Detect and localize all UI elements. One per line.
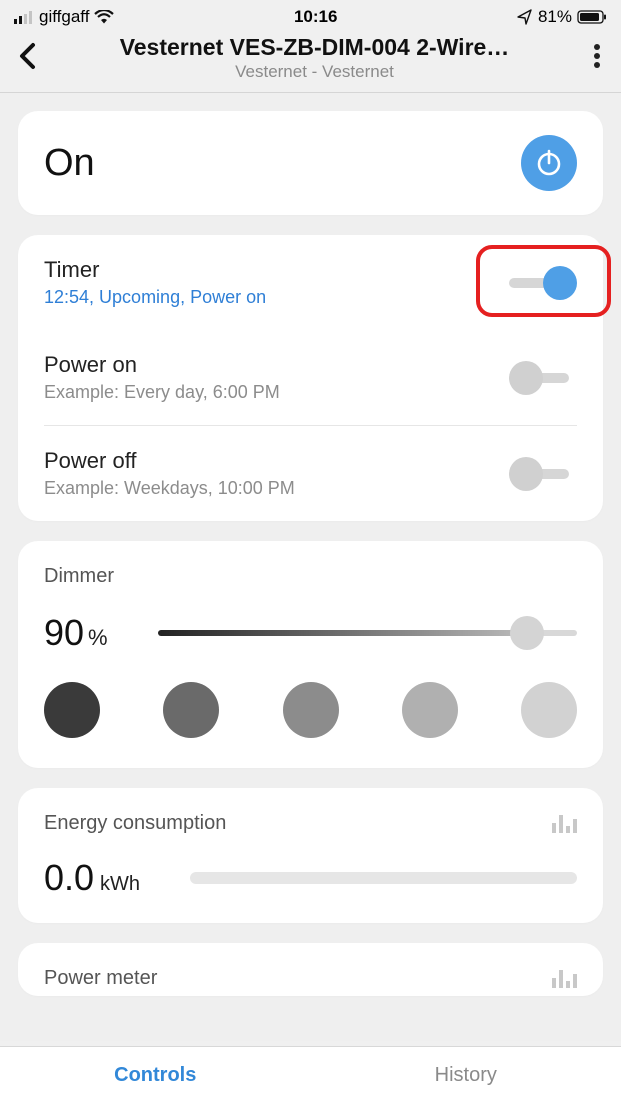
location-icon [517,9,533,25]
timer-title: Timer [44,257,509,283]
cell-signal-icon [14,11,34,24]
power-off-row[interactable]: Power off Example: Weekdays, 10:00 PM [44,425,577,521]
dimmer-preset-3[interactable] [283,682,339,738]
carrier-label: giffgaff [39,7,89,27]
page-header: Vesternet VES-ZB-DIM-004 2-Wire… Vestern… [0,30,621,93]
status-right: 81% [517,7,607,27]
power-card: On [18,111,603,215]
page-title: Vesternet VES-ZB-DIM-004 2-Wire… [46,34,583,61]
tab-controls[interactable]: Controls [0,1047,311,1104]
power-on-text: Power on Example: Every day, 6:00 PM [44,352,509,403]
more-button[interactable] [583,37,611,80]
power-off-text: Power off Example: Weekdays, 10:00 PM [44,448,509,499]
dimmer-preset-5[interactable] [521,682,577,738]
power-state-label: On [44,142,95,185]
dimmer-preset-4[interactable] [402,682,458,738]
battery-icon [577,10,607,24]
schedule-card: Timer 12:54, Upcoming, Power on Power on… [18,235,603,521]
power-meter-card: Power meter [18,943,603,996]
energy-card: Energy consumption 0.0 kWh [18,788,603,923]
toggle-knob [543,266,577,300]
title-wrap: Vesternet VES-ZB-DIM-004 2-Wire… Vestern… [46,34,583,82]
power-off-title: Power off [44,448,509,474]
dimmer-card: Dimmer 90 % [18,541,603,768]
energy-label: Energy consumption [44,812,226,835]
toggle-knob [509,457,543,491]
power-on-title: Power on [44,352,509,378]
timer-text: Timer 12:54, Upcoming, Power on [44,257,509,308]
power-off-subtitle: Example: Weekdays, 10:00 PM [44,478,509,499]
tab-history[interactable]: History [311,1047,621,1104]
timer-toggle[interactable] [509,265,577,301]
power-toggle-button[interactable] [521,135,577,191]
chart-icon[interactable] [552,970,577,988]
dimmer-unit: % [88,625,108,651]
dimmer-label: Dimmer [44,565,577,588]
power-icon [534,148,564,178]
back-button[interactable] [10,36,46,81]
meter-label: Power meter [44,967,157,990]
bottom-tabs: Controls History [0,1046,621,1104]
status-time: 10:16 [294,7,337,27]
energy-header: Energy consumption [44,812,577,835]
dimmer-preset-1[interactable] [44,682,100,738]
dimmer-row: 90 % [44,612,577,654]
power-on-row[interactable]: Power on Example: Every day, 6:00 PM [44,330,577,425]
dimmer-slider[interactable] [158,616,577,650]
energy-unit: kWh [100,873,140,896]
dimmer-presets [44,682,577,738]
dimmer-value: 90 [44,612,84,654]
energy-bar [190,872,577,884]
dimmer-preset-2[interactable] [163,682,219,738]
chart-icon[interactable] [552,815,577,833]
more-vertical-icon [593,43,601,69]
toggle-knob [509,361,543,395]
chevron-left-icon [18,42,38,70]
power-off-toggle[interactable] [509,456,577,492]
power-on-toggle[interactable] [509,360,577,396]
slider-knob [510,616,544,650]
timer-row[interactable]: Timer 12:54, Upcoming, Power on [44,235,577,330]
meter-header: Power meter [44,967,577,990]
wifi-icon [94,10,114,24]
timer-subtitle: 12:54, Upcoming, Power on [44,287,509,308]
power-on-subtitle: Example: Every day, 6:00 PM [44,382,509,403]
page-subtitle: Vesternet - Vesternet [46,62,583,82]
status-left: giffgaff [14,7,114,27]
battery-percent: 81% [538,7,572,27]
status-bar: giffgaff 10:16 81% [0,0,621,30]
energy-row: 0.0 kWh [44,857,577,899]
content-area: On Timer 12:54, Upcoming, Power on Power… [0,93,621,1041]
energy-value: 0.0 [44,857,94,899]
